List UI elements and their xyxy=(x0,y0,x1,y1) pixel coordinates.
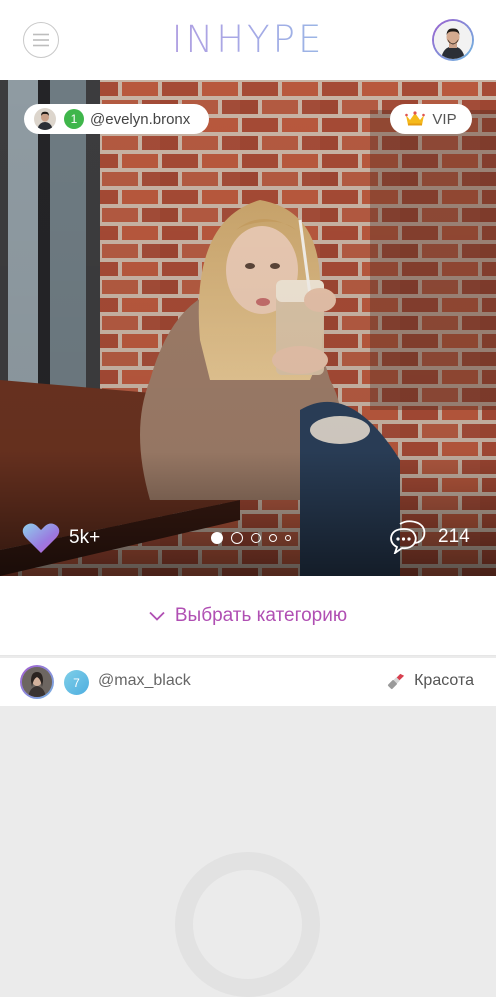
likes[interactable]: 5k+ xyxy=(22,522,100,554)
post-author[interactable]: 1 @evelyn.bronx xyxy=(24,104,209,134)
next-post-header[interactable]: 7 @max_black Красота xyxy=(0,658,496,706)
author-username[interactable]: @evelyn.bronx xyxy=(90,111,190,128)
carousel-dot[interactable] xyxy=(211,532,223,544)
comments[interactable]: 214 xyxy=(388,520,470,554)
lipstick-icon xyxy=(388,673,405,690)
author-avatar xyxy=(34,108,56,130)
top-bar: INHYPE xyxy=(0,0,496,80)
crown-icon xyxy=(405,111,426,126)
comments-count: 214 xyxy=(438,526,470,547)
chevron-down-icon xyxy=(149,611,165,621)
profile-avatar-button[interactable] xyxy=(432,19,474,61)
carousel-dot[interactable] xyxy=(231,532,243,544)
profile-avatar xyxy=(434,21,472,59)
next-author-username[interactable]: @max_black xyxy=(98,672,191,690)
author-level-badge: 1 xyxy=(64,109,84,129)
next-post-category[interactable]: Красота xyxy=(386,671,474,691)
next-author-level-badge: 7 xyxy=(64,670,89,695)
carousel-dot[interactable] xyxy=(251,533,261,543)
choose-category-button[interactable]: Выбрать категорию xyxy=(0,576,496,656)
comment-bubble-icon xyxy=(390,520,426,554)
choose-category-label: Выбрать категорию xyxy=(174,604,348,626)
heart-icon xyxy=(22,523,60,553)
loading-placeholder-graphic xyxy=(175,852,320,997)
carousel-dot[interactable] xyxy=(269,534,277,542)
post-image xyxy=(0,80,496,576)
vip-badge[interactable]: VIP xyxy=(390,104,472,134)
next-author-avatar[interactable] xyxy=(20,665,54,699)
next-post-category-label: Красота xyxy=(414,672,474,689)
vip-label: VIP xyxy=(432,110,457,128)
post-photo[interactable] xyxy=(0,80,496,576)
likes-count: 5k+ xyxy=(69,527,101,548)
app-logo: INHYPE xyxy=(0,18,496,61)
carousel-dot[interactable] xyxy=(285,535,291,541)
carousel-indicator xyxy=(211,532,291,544)
